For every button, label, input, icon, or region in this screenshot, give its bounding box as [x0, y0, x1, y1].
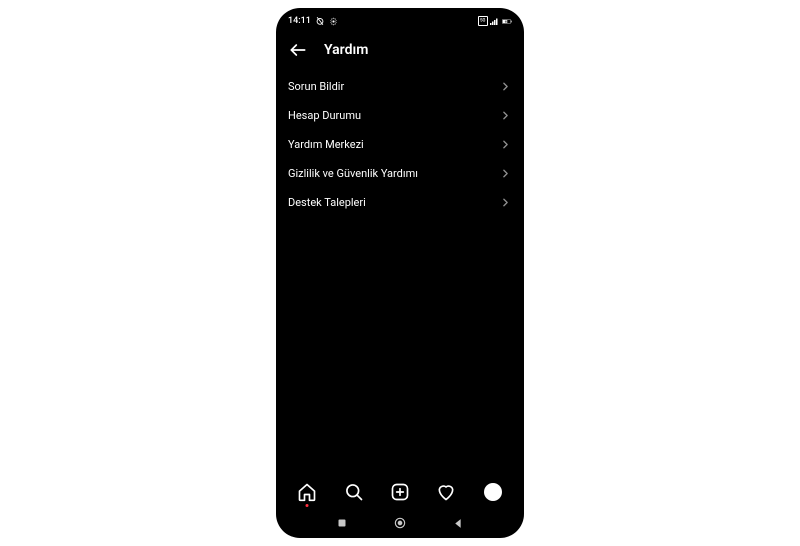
- avatar: [484, 483, 502, 501]
- nav-profile[interactable]: [481, 480, 505, 504]
- phone-frame: 14:11 5G 60 Yardım Sorun B: [276, 8, 524, 538]
- menu-item-label: Yardım Merkezi: [288, 138, 364, 151]
- settings-status-icon: [329, 16, 339, 26]
- page-title: Yardım: [324, 42, 368, 58]
- bottom-nav: [276, 472, 524, 512]
- system-nav-bar: [276, 512, 524, 538]
- status-left: 14:11: [288, 16, 339, 26]
- menu-item-label: Destek Talepleri: [288, 196, 366, 209]
- nav-new-post[interactable]: [388, 480, 412, 504]
- menu-item-label: Sorun Bildir: [288, 80, 344, 93]
- notification-dot-icon: [306, 504, 309, 507]
- chevron-right-icon: [499, 167, 512, 180]
- menu-item-label: Gizlilik ve Güvenlik Yardımı: [288, 167, 418, 180]
- page-header: Yardım: [276, 30, 524, 72]
- menu-item-account-status[interactable]: Hesap Durumu: [288, 101, 512, 130]
- menu-item-support-requests[interactable]: Destek Talepleri: [288, 188, 512, 217]
- chevron-right-icon: [499, 109, 512, 122]
- status-right: 5G 60: [478, 16, 512, 26]
- back-button[interactable]: [288, 40, 308, 60]
- system-recent-button[interactable]: [335, 516, 349, 530]
- alarm-off-icon: [315, 16, 325, 26]
- status-time: 14:11: [288, 16, 311, 26]
- menu-item-help-center[interactable]: Yardım Merkezi: [288, 130, 512, 159]
- signal-icon: [490, 16, 500, 26]
- menu-item-label: Hesap Durumu: [288, 109, 361, 122]
- menu-item-report-problem[interactable]: Sorun Bildir: [288, 72, 512, 101]
- system-back-button[interactable]: [451, 516, 465, 530]
- nav-activity[interactable]: [434, 480, 458, 504]
- menu-item-privacy-security-help[interactable]: Gizlilik ve Güvenlik Yardımı: [288, 159, 512, 188]
- chevron-right-icon: [499, 80, 512, 93]
- nav-home[interactable]: [295, 480, 319, 504]
- chevron-right-icon: [499, 138, 512, 151]
- status-bar: 14:11 5G 60: [276, 12, 524, 30]
- nav-search[interactable]: [342, 480, 366, 504]
- help-menu-list: Sorun Bildir Hesap Durumu Yardım Merkezi…: [276, 72, 524, 472]
- battery-icon: 60: [502, 16, 512, 26]
- system-home-button[interactable]: [393, 516, 407, 530]
- network-type-icon: 5G: [478, 16, 488, 26]
- chevron-right-icon: [499, 196, 512, 209]
